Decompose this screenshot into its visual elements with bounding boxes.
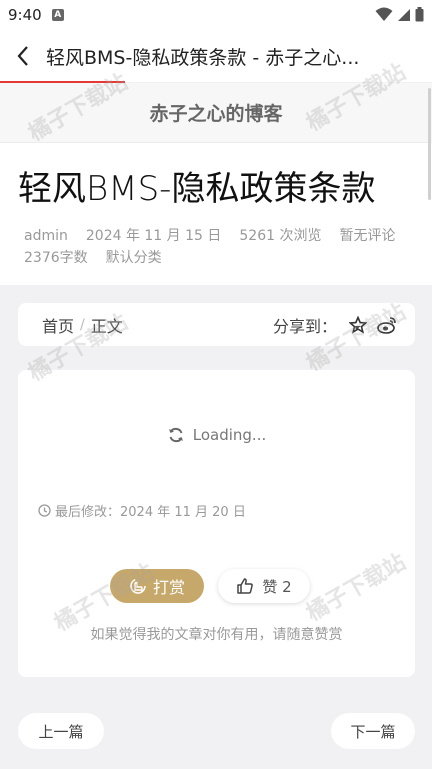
reward-prompt-text: 如果觉得我的文章对你有用，请随意赞赏 — [90, 627, 343, 643]
wifi-icon — [375, 7, 393, 21]
refresh-icon — [168, 427, 183, 443]
status-indicators — [375, 7, 424, 22]
article-title: 轻风BMS-隐私政策条款 — [18, 169, 376, 209]
breadcrumb-current: 正文 — [90, 316, 123, 336]
qzone-star-icon[interactable] — [349, 315, 367, 334]
notification-app-icon: A — [51, 9, 64, 21]
next-post-button[interactable]: 下一篇 — [331, 713, 415, 749]
article-content-card: Loading... 最后修改：2024 年 11 月 20 日 打赏 赞 2 … — [18, 370, 415, 677]
share-label: 分享到： — [272, 316, 337, 336]
last-modified: 最后修改：2024 年 11 月 20 日 — [38, 501, 246, 520]
thumbs-up-icon — [237, 578, 254, 594]
clock-icon — [38, 504, 51, 517]
last-modified-text: 最后修改：2024 年 11 月 20 日 — [55, 505, 246, 520]
meta-author[interactable]: admin — [24, 228, 68, 244]
scrollbar[interactable] — [428, 88, 431, 200]
weibo-icon[interactable] — [377, 316, 397, 334]
back-button[interactable] — [0, 30, 46, 82]
meta-comments[interactable]: 暂无评论 — [339, 228, 395, 244]
breadcrumb-separator: / — [80, 316, 85, 333]
loading-text: Loading... — [192, 426, 267, 444]
breadcrumb-home[interactable]: 首页 — [42, 313, 74, 337]
site-name[interactable]: 赤子之心的博客 — [149, 99, 282, 126]
app-bar: 轻风BMS-隐私政策条款 - 赤子之心... — [0, 30, 432, 82]
app-bar-title: 轻风BMS-隐私政策条款 - 赤子之心... — [46, 46, 360, 69]
share-section: 分享到： — [273, 303, 397, 346]
article-header: 轻风BMS-隐私政策条款 admin 2024 年 11 月 15 日 5261 次… — [0, 143, 432, 285]
meta-date: 2024 年 11 月 15 日 — [85, 228, 222, 244]
like-count: 赞 2 — [262, 577, 292, 596]
like-button[interactable]: 赞 2 — [218, 569, 310, 603]
battery-icon — [415, 7, 424, 22]
status-time: 9:40 — [8, 6, 42, 24]
loading-indicator: Loading... — [18, 426, 415, 444]
site-header: 赤子之心的博客 — [0, 83, 432, 143]
back-arrow-icon — [17, 46, 28, 66]
reward-button[interactable]: 打赏 — [110, 569, 204, 603]
article-meta: admin 2024 年 11 月 15 日 5261 次浏览 暂无评论 2376字数… — [24, 225, 414, 269]
meta-word-count: 2376字数 — [24, 250, 88, 266]
reward-hand-icon — [130, 578, 146, 594]
signal-icon — [398, 8, 410, 21]
meta-category[interactable]: 默认分类 — [106, 250, 162, 266]
prev-post-button[interactable]: 上一篇 — [18, 713, 104, 749]
breadcrumb: 首页 / 正文 分享到： — [18, 303, 415, 346]
reward-label: 打赏 — [152, 578, 185, 597]
meta-views: 5261 次浏览 — [239, 228, 322, 244]
status-bar: 9:40 A — [0, 0, 432, 30]
